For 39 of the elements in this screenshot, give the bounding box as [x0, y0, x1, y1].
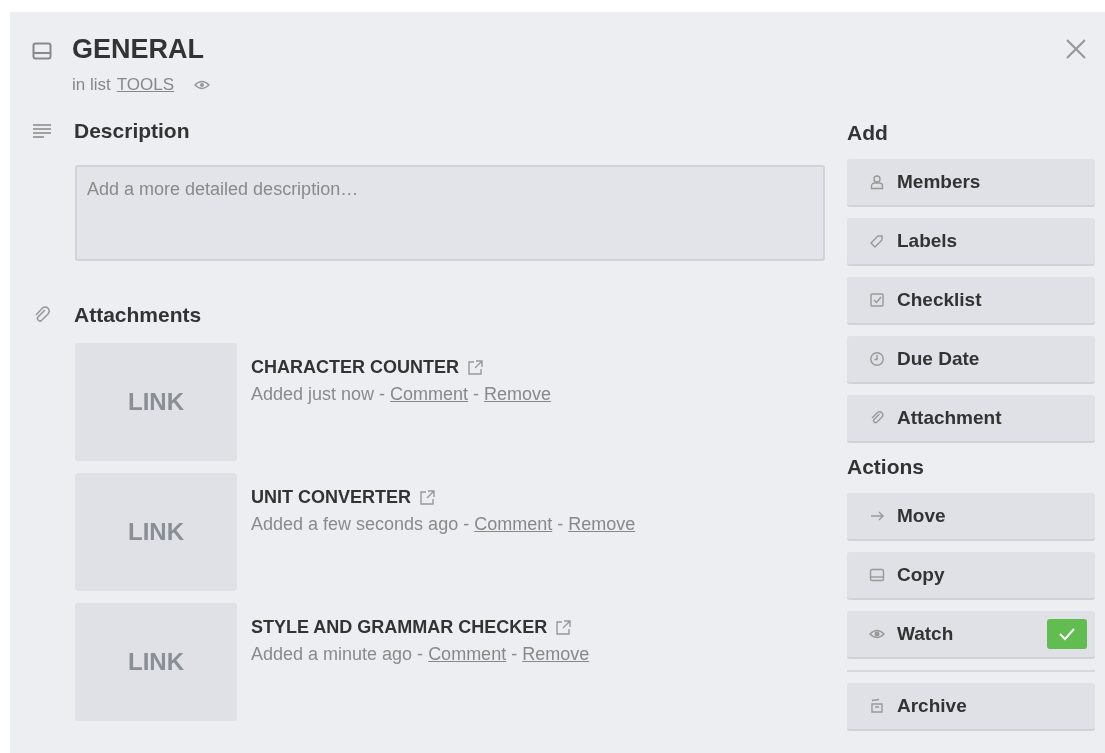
attachment-name[interactable]: CHARACTER COUNTER: [251, 357, 459, 378]
external-link-icon[interactable]: [555, 619, 572, 636]
section-heading: Attachments: [74, 303, 202, 327]
close-icon[interactable]: [1065, 38, 1087, 60]
external-link-icon[interactable]: [419, 489, 435, 506]
description-icon: [32, 123, 52, 139]
sidebar-button[interactable]: Archive: [847, 683, 1095, 731]
checkbox-icon: [869, 292, 885, 308]
tag-icon: [869, 233, 885, 249]
sidebar-button[interactable]: Move: [847, 493, 1095, 541]
sidebar-heading: Actions: [847, 455, 925, 479]
sidebar-button[interactable]: Members: [847, 159, 1095, 207]
attachment-name[interactable]: UNIT CONVERTER: [251, 487, 411, 508]
sidebar-button[interactable]: Watch: [847, 611, 1095, 659]
attachment-meta: Added a minute ago -: [251, 644, 424, 665]
attachment-meta: Added just now -: [251, 384, 386, 405]
clock-icon: [869, 351, 885, 367]
person-icon: [869, 174, 885, 190]
sidebar-button[interactable]: Attachment: [847, 395, 1095, 443]
attachment-meta: -: [557, 514, 564, 535]
description-field[interactable]: Add a more detailed description…: [75, 165, 825, 261]
attachment-meta: Added a few seconds ago -: [251, 514, 470, 535]
section-heading: Description: [74, 119, 190, 143]
external-link-icon[interactable]: [467, 359, 483, 376]
paperclip-icon: [869, 410, 885, 426]
sidebar-button[interactable]: Due Date: [847, 336, 1095, 384]
paperclip-icon: [32, 305, 52, 325]
attachment-meta: -: [473, 384, 480, 405]
card-icon: [32, 42, 52, 60]
card-title: GENERAL: [72, 34, 205, 65]
card-icon: [869, 567, 885, 583]
list-prefix: in list: [72, 75, 111, 95]
sidebar-button[interactable]: Labels: [847, 218, 1095, 266]
archive-icon: [869, 698, 885, 714]
sidebar-heading: Add: [847, 121, 889, 145]
attachment-name[interactable]: STYLE AND GRAMMAR CHECKER: [251, 617, 548, 638]
attachment-meta: -: [511, 644, 518, 665]
sidebar-button[interactable]: Copy: [847, 552, 1095, 600]
sidebar-button[interactable]: Checklist: [847, 277, 1095, 325]
